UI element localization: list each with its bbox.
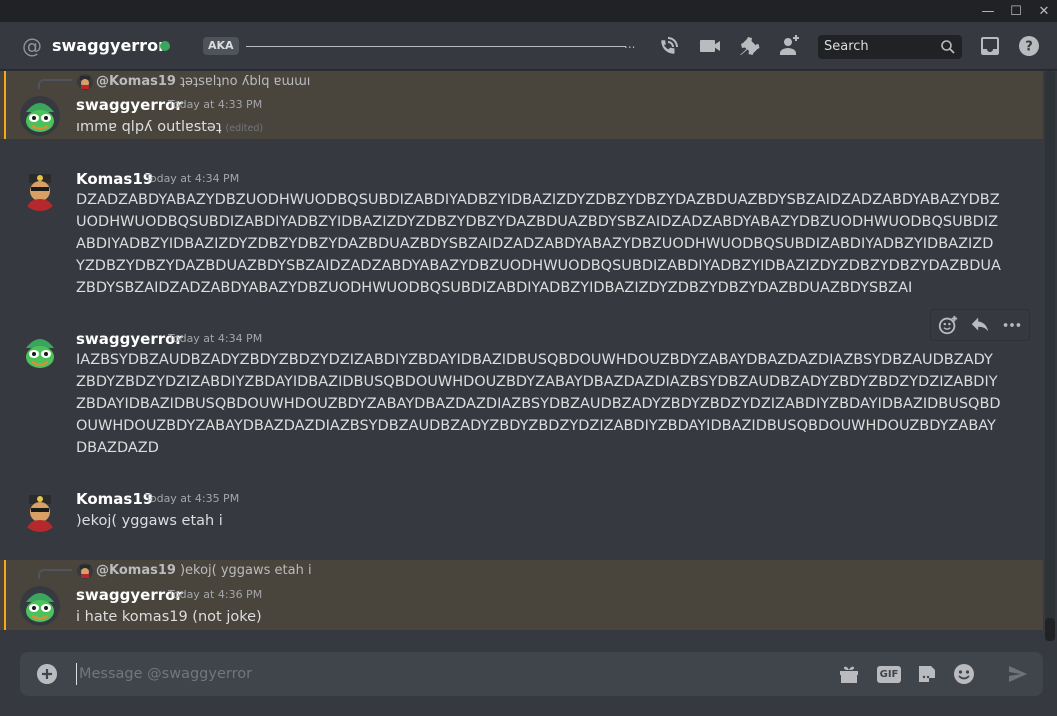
message-timestamp: Today at 4:36 PM (168, 588, 263, 601)
message-item: Komas19 Today at 4:35 PM )ekoj( yggaws e… (0, 485, 1043, 543)
aka-badge: AKA (203, 37, 239, 55)
message-scrollbar[interactable] (1045, 71, 1055, 641)
reply-reference[interactable]: @Komas19)ekoj( yggaws etah i (96, 563, 312, 579)
channel-header: @ swaggyerror AKA ... Search ? (0, 22, 1057, 70)
message-actions-bar (930, 309, 1030, 341)
pinned-messages-icon[interactable] (737, 34, 761, 58)
message-timestamp: Today at 4:34 PM (168, 332, 263, 345)
inbox-icon[interactable] (978, 34, 1002, 58)
message-text: ımmɐ qlpʎ outlɐstǝʇ (76, 119, 222, 135)
message-timestamp: Today at 4:35 PM (145, 492, 240, 505)
online-status-icon (160, 41, 170, 51)
message-composer: GIF (20, 652, 1043, 696)
user-avatar[interactable] (20, 586, 60, 626)
message-text: )ekoj( yggaws etah i (76, 513, 223, 529)
gif-label: GIF (876, 665, 902, 683)
edited-label: (edited) (225, 123, 264, 134)
add-friends-to-dm-icon[interactable] (778, 34, 802, 58)
user-avatar[interactable] (20, 96, 60, 136)
reply-connector (38, 569, 72, 579)
search-input[interactable]: Search (818, 35, 962, 59)
reply-avatar[interactable] (77, 74, 93, 90)
message-item: @Komas19 ʇǝʇsɐlʇno ʎblq ɐɯɯı swaggyerror … (0, 71, 1043, 139)
reply-reference[interactable]: @Komas19 ʇǝʇsɐlʇno ʎblq ɐɯɯı (96, 74, 310, 90)
gif-picker-button[interactable]: GIF (876, 662, 902, 686)
svg-text:?: ? (1025, 40, 1033, 55)
reply-icon[interactable] (969, 314, 991, 336)
user-avatar[interactable] (20, 171, 60, 211)
message-item: swaggyerror Today at 4:34 PM IAZBSYDBZAU… (0, 325, 1043, 465)
message-username[interactable]: swaggyerror (76, 95, 183, 115)
message-item: @Komas19)ekoj( yggaws etah i swaggyerror… (0, 560, 1043, 630)
search-placeholder: Search (824, 39, 869, 54)
reply-username: @Komas19 (96, 74, 176, 89)
message-text: i hate komas19 (not joke) (76, 609, 262, 625)
message-username[interactable]: Komas19 (76, 489, 153, 509)
sticker-icon[interactable] (915, 662, 939, 686)
upload-plus-icon[interactable] (37, 664, 57, 684)
video-call-icon[interactable] (698, 34, 722, 58)
send-icon[interactable] (1006, 662, 1030, 686)
help-icon[interactable]: ? (1017, 34, 1041, 58)
mention-highlight-bar (4, 71, 6, 139)
message-username[interactable]: Komas19 (76, 169, 153, 189)
message-input[interactable] (76, 663, 816, 685)
gift-icon[interactable] (837, 662, 861, 686)
message-timestamp: Today at 4:33 PM (168, 98, 263, 111)
message-text: IAZBSYDBZAUDBZADYZBDYZBDZYDZIZABDIYZBDAY… (76, 352, 1001, 456)
message-content: ımmɐ qlpʎ outlɐstǝʇ (edited) (76, 116, 1001, 140)
dm-username[interactable]: swaggyerror (52, 36, 166, 56)
message-username[interactable]: swaggyerror (76, 585, 183, 605)
at-icon: @ (22, 34, 42, 58)
reply-avatar[interactable] (77, 563, 93, 579)
message-username[interactable]: swaggyerror (76, 329, 183, 349)
more-options-icon[interactable] (1001, 314, 1023, 336)
window-titlebar: — ☐ ✕ (0, 0, 1057, 22)
search-icon (941, 40, 955, 54)
message-list: @Komas19 ʇǝʇsɐlʇno ʎblq ɐɯɯı swaggyerror … (0, 71, 1043, 641)
user-avatar[interactable] (20, 492, 60, 532)
reply-username: @Komas19 (96, 563, 176, 578)
mention-highlight-bar (4, 560, 6, 630)
message-text: DZADZABDYABAZYDBZUODHWUODBQSUBDIZABDIYAD… (76, 192, 1001, 296)
reply-snippet: ʇǝʇsɐlʇno ʎblq ɐɯɯı (179, 74, 311, 89)
aka-names-line (246, 46, 626, 47)
message-timestamp: Today at 4:34 PM (145, 172, 240, 185)
reply-snippet: )ekoj( yggaws etah i (179, 563, 312, 578)
reply-connector (38, 79, 72, 89)
scrollbar-thumb[interactable] (1045, 618, 1055, 641)
aka-ellipsis[interactable]: ... (624, 37, 635, 51)
voice-call-icon[interactable] (657, 34, 681, 58)
user-avatar[interactable] (20, 332, 60, 372)
maximize-button[interactable]: ☐ (1004, 0, 1028, 22)
close-button[interactable]: ✕ (1032, 0, 1056, 22)
emoji-icon[interactable] (952, 662, 976, 686)
add-reaction-icon[interactable] (937, 314, 959, 336)
message-item: Komas19 Today at 4:34 PM DZADZABDYABAZYD… (0, 165, 1043, 305)
minimize-button[interactable]: — (976, 0, 1000, 22)
